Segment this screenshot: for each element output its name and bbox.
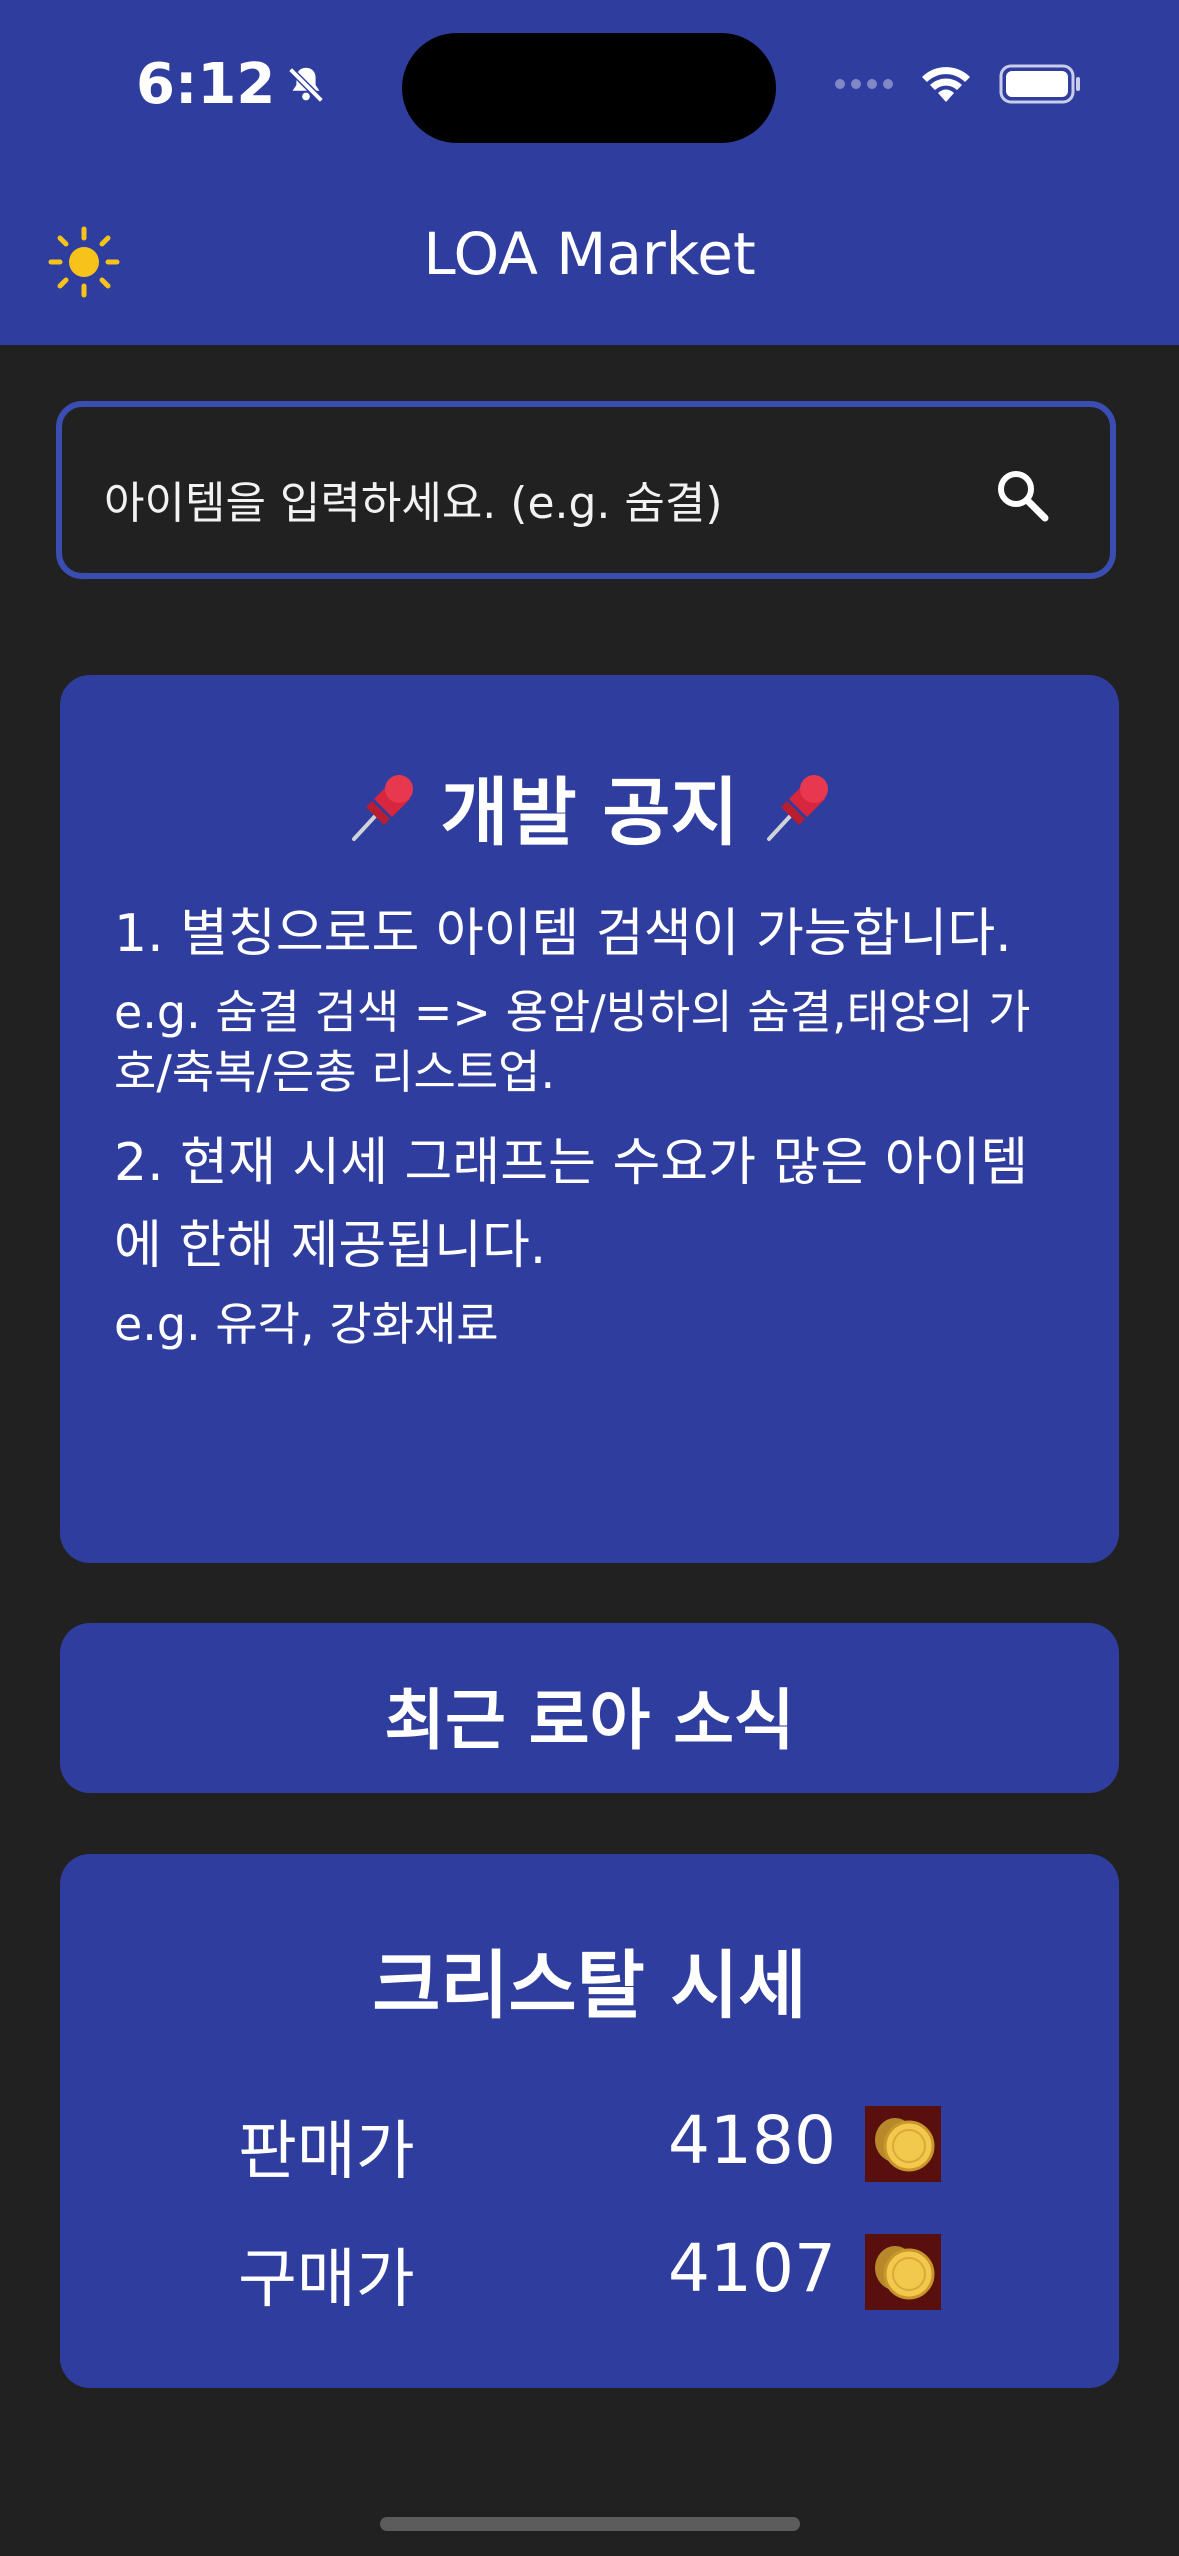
recent-news-button[interactable]: 최근 로아 소식 xyxy=(60,1623,1119,1793)
crystal-price-card: 크리스탈 시세 판매가 4180 구매가 4107 xyxy=(60,1854,1119,2388)
gold-coin-icon xyxy=(865,2234,941,2310)
search-icon[interactable] xyxy=(992,465,1052,525)
notice-item-2: 2. 현재 시세 그래프는 수요가 많은 아이템에 한해 제공됩니다. xyxy=(114,1133,1029,1276)
sell-price-label: 판매가 xyxy=(238,2115,415,2189)
buy-price-label: 구매가 xyxy=(238,2243,415,2317)
pushpin-icon xyxy=(766,774,828,841)
status-icons xyxy=(835,64,1081,104)
notice-title: 개발 공지 xyxy=(440,770,739,856)
dev-notice-card: 개발 공지 1. 별칭으로도 아이템 검색이 가능합니다. e.g. 숨결 검색… xyxy=(60,675,1119,1563)
sell-price-row: 판매가 4180 xyxy=(60,2096,1119,2189)
home-indicator[interactable] xyxy=(380,2517,800,2531)
notice-title-row: 개발 공지 xyxy=(60,753,1119,860)
pushpin-icon xyxy=(352,774,414,841)
buy-price-value: 4107 xyxy=(668,2230,836,2307)
news-title: 최근 로아 소식 xyxy=(384,1682,795,1759)
bell-slash-icon xyxy=(288,66,325,103)
sell-price-value: 4180 xyxy=(668,2102,836,2179)
app-header: 6:12 LOA Market xyxy=(0,0,1179,345)
status-bar-time: 6:12 xyxy=(136,52,329,117)
cellular-signal-icon xyxy=(835,79,893,89)
dynamic-island xyxy=(402,33,776,143)
app-title: LOA Market xyxy=(423,220,756,288)
search-placeholder: 아이템을 입력하세요. (e.g. 숨결) xyxy=(104,478,723,529)
buy-price-row: 구매가 4107 xyxy=(60,2224,1119,2317)
notice-item-1-example: e.g. 숨결 검색 => 용암/빙하의 숨결,태양의 가호/축복/은총 리스트… xyxy=(114,985,1031,1099)
search-input[interactable]: 아이템을 입력하세요. (e.g. 숨결) xyxy=(56,401,1116,579)
gold-coin-icon xyxy=(865,2106,941,2182)
crystal-title: 크리스탈 시세 xyxy=(372,1943,807,2029)
notice-item-2-example: e.g. 유각, 강화재료 xyxy=(114,1297,499,1351)
notice-item-1: 1. 별칭으로도 아이템 검색이 가능합니다. xyxy=(114,904,1012,964)
wifi-icon xyxy=(922,67,970,102)
battery-icon xyxy=(999,64,1080,104)
notice-body: 1. 별칭으로도 아이템 검색이 가능합니다. e.g. 숨결 검색 => 용암… xyxy=(114,893,1063,1354)
status-time-text: 6:12 xyxy=(136,52,276,117)
